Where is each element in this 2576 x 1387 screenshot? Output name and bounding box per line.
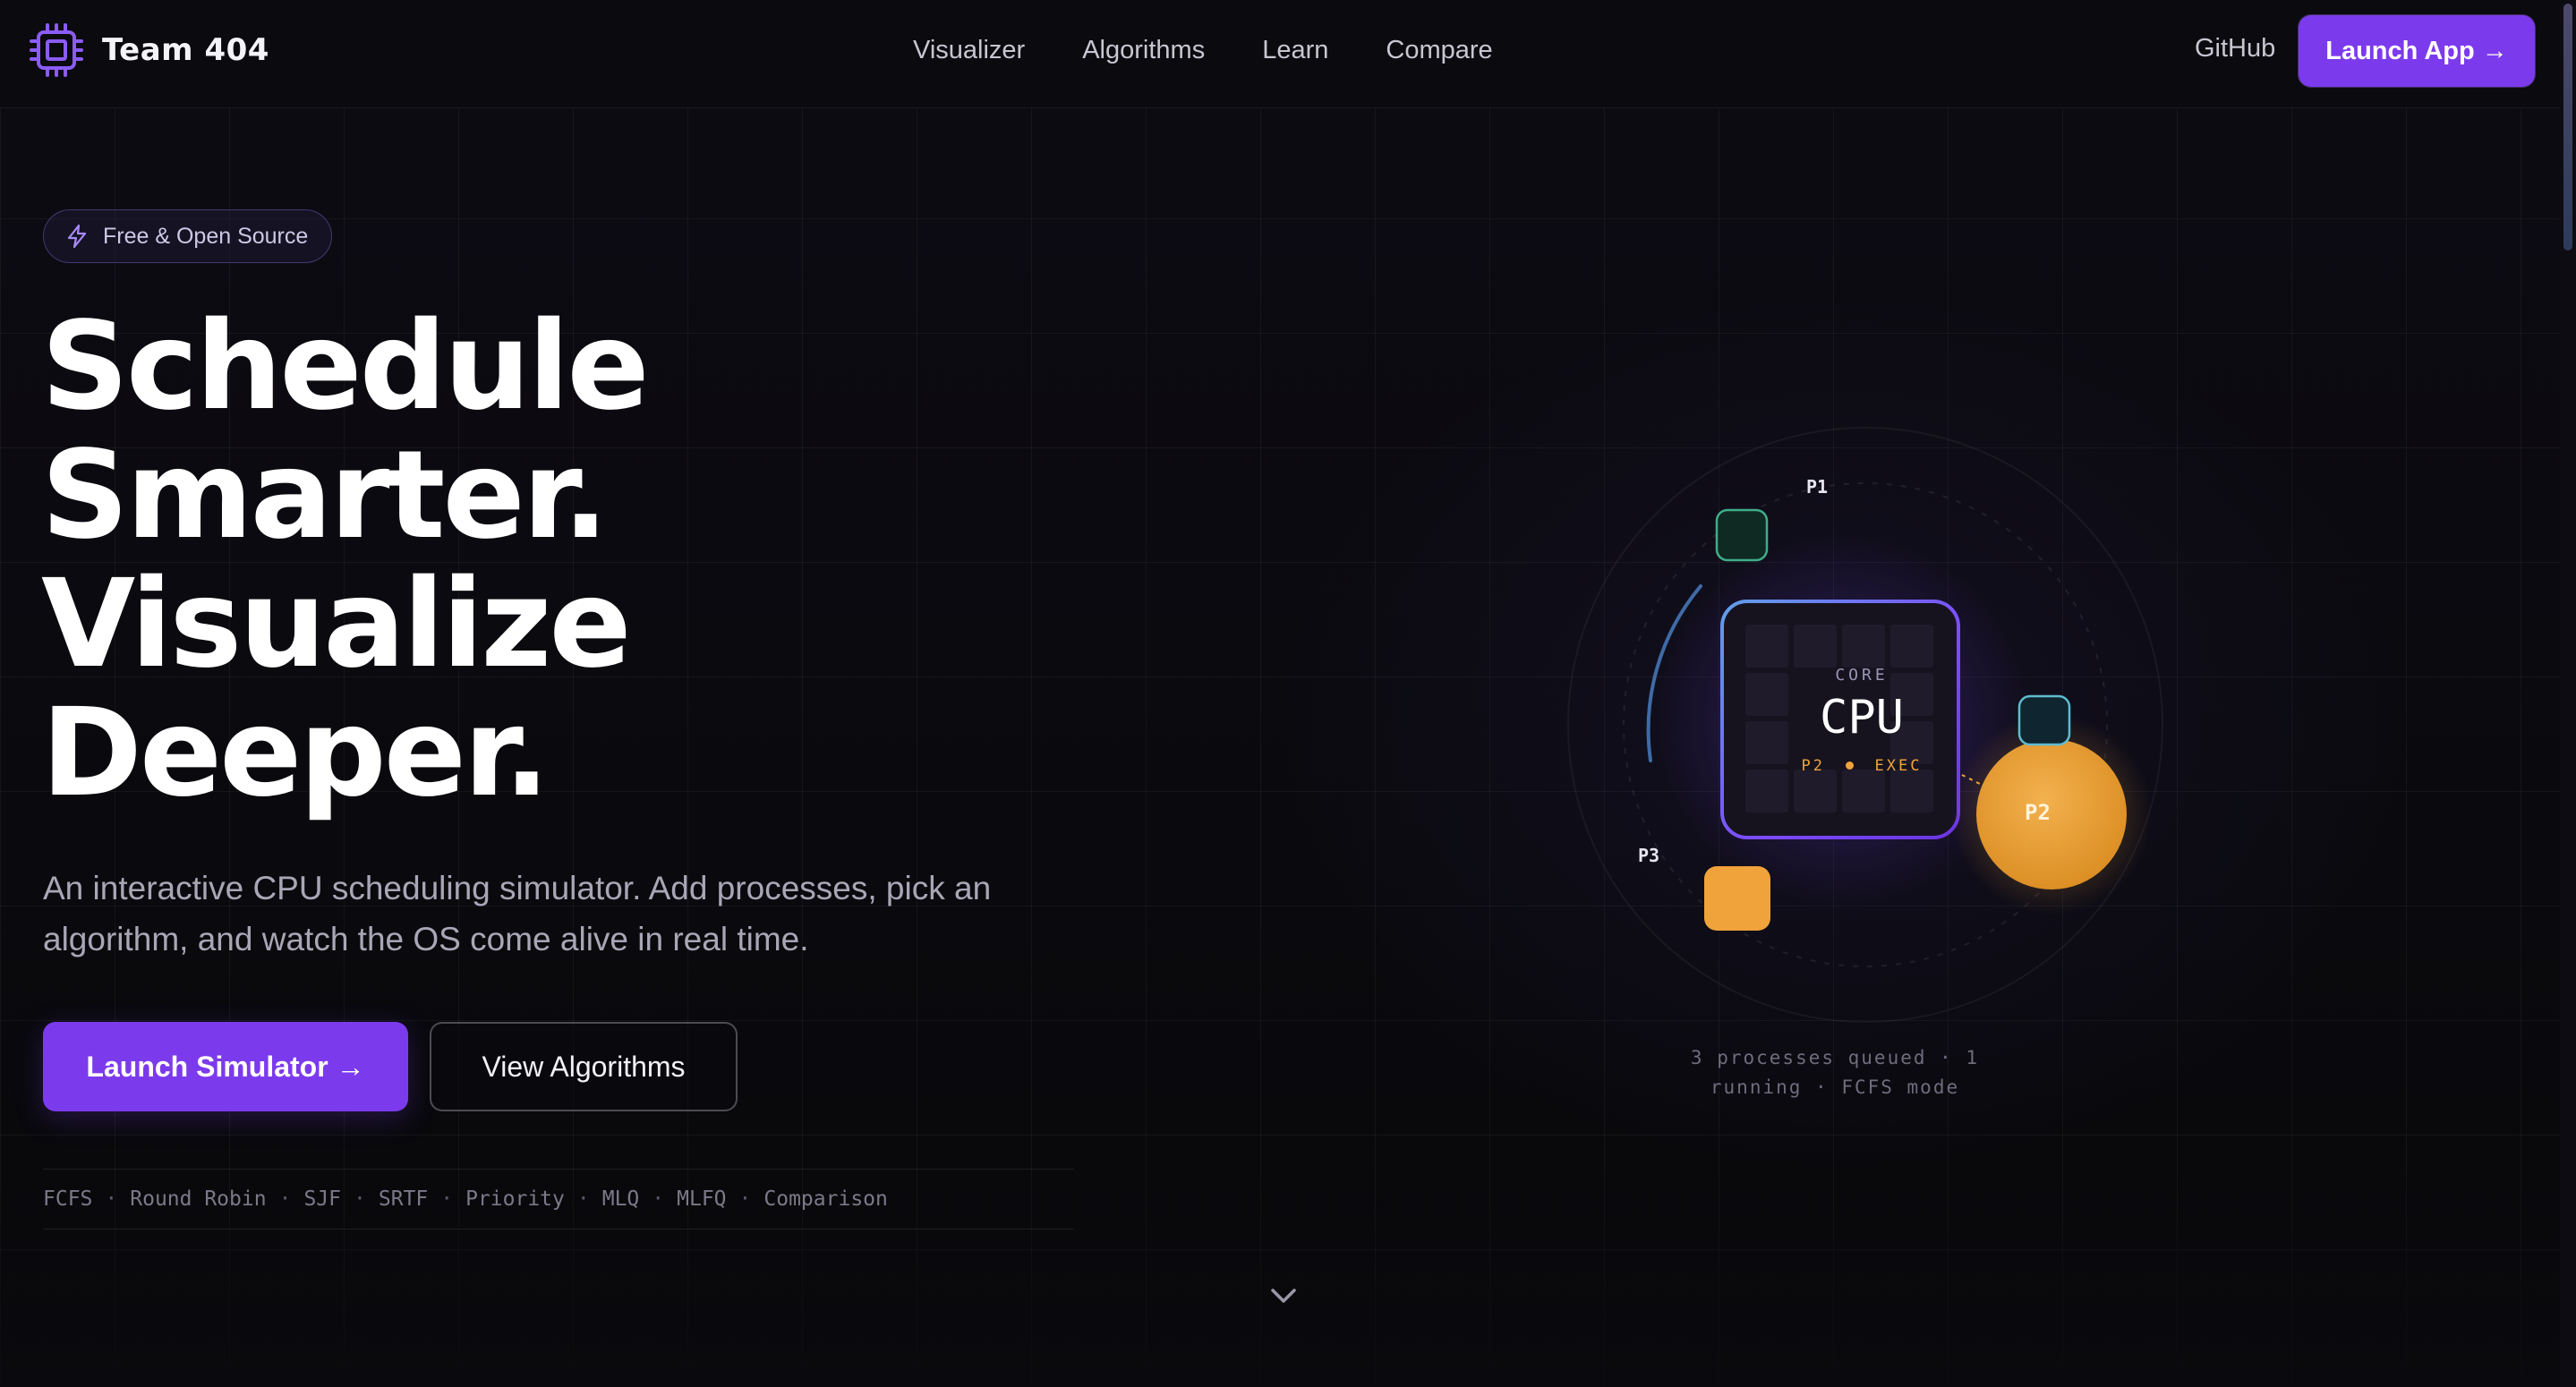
algorithm-separator: ·	[652, 1187, 665, 1211]
exec-dot	[1846, 761, 1855, 770]
github-link[interactable]: GitHub	[2195, 34, 2275, 64]
process-label-p3: P3	[1638, 845, 1660, 866]
cpu-exec-status: P2 EXEC	[1781, 757, 1942, 775]
landing-page: Team 404 Visualizer Algorithms Learn Com…	[0, 0, 2576, 1387]
cpu-chip-icon	[30, 23, 83, 77]
hero-headline: Schedule Smarter. Visualize Deeper.	[41, 296, 650, 824]
nav-link-learn[interactable]: Learn	[1262, 36, 1328, 65]
brand-name: Team 404	[102, 32, 269, 68]
algorithm-separator: ·	[738, 1187, 752, 1211]
page-scrollbar[interactable]	[2560, 0, 2576, 1387]
process-p3	[1704, 866, 1770, 931]
headline-line-2: Smarter.	[41, 425, 609, 566]
algorithm-item-round-robin: Round Robin	[130, 1187, 267, 1211]
nav-link-algorithms[interactable]: Algorithms	[1082, 36, 1205, 65]
headline-line-4: Deeper.	[41, 683, 550, 824]
status-line-2: running · FCFS mode	[1710, 1076, 1960, 1098]
queued-process	[2017, 694, 2071, 746]
algorithm-separator: ·	[440, 1187, 454, 1211]
cpu-title: CPU	[1820, 691, 1904, 745]
algorithm-separator: ·	[278, 1187, 292, 1211]
nav-links: Visualizer Algorithms Learn Compare	[913, 27, 1493, 73]
algorithm-item-mlq: MLQ	[601, 1187, 640, 1211]
process-label-p2: P2	[2025, 800, 2051, 825]
algorithm-list: FCFS · Round Robin · SJF · SRTF · Priori…	[43, 1169, 1074, 1230]
status-line-1: 3 processes queued · 1	[1690, 1047, 1980, 1068]
algorithm-item-sjf: SJF	[303, 1187, 341, 1211]
nav-link-visualizer[interactable]: Visualizer	[913, 36, 1025, 65]
algorithm-separator: ·	[105, 1187, 118, 1211]
algorithm-item-srtf: SRTF	[378, 1187, 429, 1211]
hero-subtitle: An interactive CPU scheduling simulator.…	[43, 870, 992, 957]
process-label-p1: P1	[1806, 476, 1829, 498]
nav-link-compare[interactable]: Compare	[1386, 36, 1492, 65]
algorithm-separator: ·	[576, 1187, 590, 1211]
brand-link[interactable]: Team 404	[29, 21, 269, 79]
lightning-icon	[67, 224, 87, 249]
headline-line-1: Schedule	[41, 296, 650, 438]
exec-process: P2	[1801, 757, 1826, 775]
algorithm-item-mlfq: MLFQ	[677, 1187, 727, 1211]
open-source-badge: Free & Open Source	[43, 209, 333, 263]
launch-app-button[interactable]: Launch App →	[2299, 15, 2535, 87]
cpu-core-label: CORE	[1835, 666, 1889, 685]
chevron-down-icon[interactable]	[1267, 1280, 1300, 1312]
headline-line-3: Visualize	[41, 554, 632, 695]
algorithm-item-fcfs: FCFS	[43, 1187, 93, 1211]
cpu-scheduler-visual: P1 P3 P2 CORE CPU P2 EXEC	[1522, 421, 2202, 1119]
top-nav: Team 404 Visualizer Algorithms Learn Com…	[0, 0, 2560, 108]
algorithm-item-priority: Priority	[465, 1187, 565, 1211]
scheduler-status: 3 processes queued · 1 running · FCFS mo…	[1629, 1043, 2041, 1102]
scrollbar-thumb[interactable]	[2563, 4, 2572, 251]
launch-simulator-button[interactable]: Launch Simulator →	[43, 1022, 408, 1111]
exec-state: EXEC	[1874, 757, 1923, 775]
algorithm-separator: ·	[353, 1187, 366, 1211]
algorithm-item-comparison: Comparison	[763, 1187, 888, 1211]
badge-text: Free & Open Source	[103, 223, 309, 249]
process-p1	[1715, 508, 1769, 562]
view-algorithms-button[interactable]: View Algorithms	[430, 1022, 738, 1111]
process-p2	[1976, 739, 2127, 889]
